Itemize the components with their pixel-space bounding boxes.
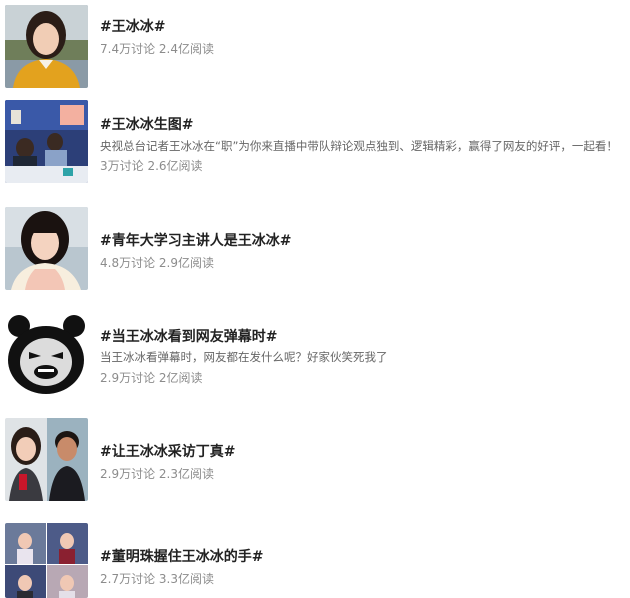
photo-grid-icon[interactable] — [5, 523, 88, 598]
read-count: 3.3亿阅读 — [158, 572, 215, 586]
read-count: 2.4亿阅读 — [158, 42, 215, 56]
topic-title[interactable]: #让王冰冰采访丁真# — [100, 441, 235, 461]
topic-item-4[interactable]: #当王冰冰看到网友弹幕时# 当王冰冰看弹幕时，网友都在发什么呢？好家伙笑死我了 … — [0, 307, 630, 407]
topic-list: #王冰冰# 7.4万讨论 2.4亿阅读 #王冰冰生图# 央视总台记者王冰冰在“职… — [0, 0, 630, 598]
topic-stats: 2.9万讨论 2亿阅读 — [100, 369, 203, 386]
read-count: 2.3亿阅读 — [158, 467, 215, 481]
read-count: 2.9亿阅读 — [158, 256, 215, 270]
studio-photo-icon[interactable] — [5, 100, 88, 183]
topic-item-2[interactable]: #王冰冰生图# 央视总台记者王冰冰在“职”为你来直播中带队辩论观点独到、逻辑精彩… — [0, 95, 630, 190]
topic-stats: 7.4万讨论 2.4亿阅读 — [100, 40, 214, 57]
topic-title[interactable]: #董明珠握住王冰冰的手# — [100, 546, 263, 566]
topic-item-1[interactable]: #王冰冰# 7.4万讨论 2.4亿阅读 — [0, 0, 630, 90]
topic-description: 央视总台记者王冰冰在“职”为你来直播中带队辩论观点独到、逻辑精彩，赢得了网友的好… — [100, 139, 618, 153]
topic-stats: 2.7万讨论 3.3亿阅读 — [100, 570, 214, 587]
discussion-count: 2.9万讨论 — [100, 467, 156, 481]
read-count: 2亿阅读 — [158, 371, 203, 385]
topic-description: 当王冰冰看弹幕时，网友都在发什么呢？好家伙笑死我了 — [100, 350, 388, 364]
topic-item-3[interactable]: #青年大学习主讲人是王冰冰# 4.8万讨论 2.9亿阅读 — [0, 202, 630, 297]
panda-meme-icon[interactable] — [5, 312, 88, 395]
topic-item-5[interactable]: #让王冰冰采访丁真# 2.9万讨论 2.3亿阅读 — [0, 413, 630, 508]
portrait-photo-icon[interactable] — [5, 207, 88, 290]
discussion-count: 2.7万讨论 — [100, 572, 156, 586]
discussion-count: 2.9万讨论 — [100, 371, 156, 385]
topic-title[interactable]: #青年大学习主讲人是王冰冰# — [100, 230, 291, 250]
topic-stats: 2.9万讨论 2.3亿阅读 — [100, 465, 214, 482]
discussion-count: 3万讨论 — [100, 159, 144, 173]
topic-stats: 3万讨论 2.6亿阅读 — [100, 157, 203, 174]
topic-item-6[interactable]: #董明珠握住王冰冰的手# 2.7万讨论 3.3亿阅读 — [0, 518, 630, 598]
topic-stats: 4.8万讨论 2.9亿阅读 — [100, 254, 214, 271]
read-count: 2.6亿阅读 — [147, 159, 203, 173]
portrait-photo-icon[interactable] — [5, 5, 88, 88]
topic-title[interactable]: #王冰冰# — [100, 16, 165, 36]
two-portraits-icon[interactable] — [5, 418, 88, 501]
discussion-count: 7.4万讨论 — [100, 42, 156, 56]
topic-title[interactable]: #当王冰冰看到网友弹幕时# — [100, 326, 277, 346]
topic-title[interactable]: #王冰冰生图# — [100, 114, 193, 134]
discussion-count: 4.8万讨论 — [100, 256, 156, 270]
